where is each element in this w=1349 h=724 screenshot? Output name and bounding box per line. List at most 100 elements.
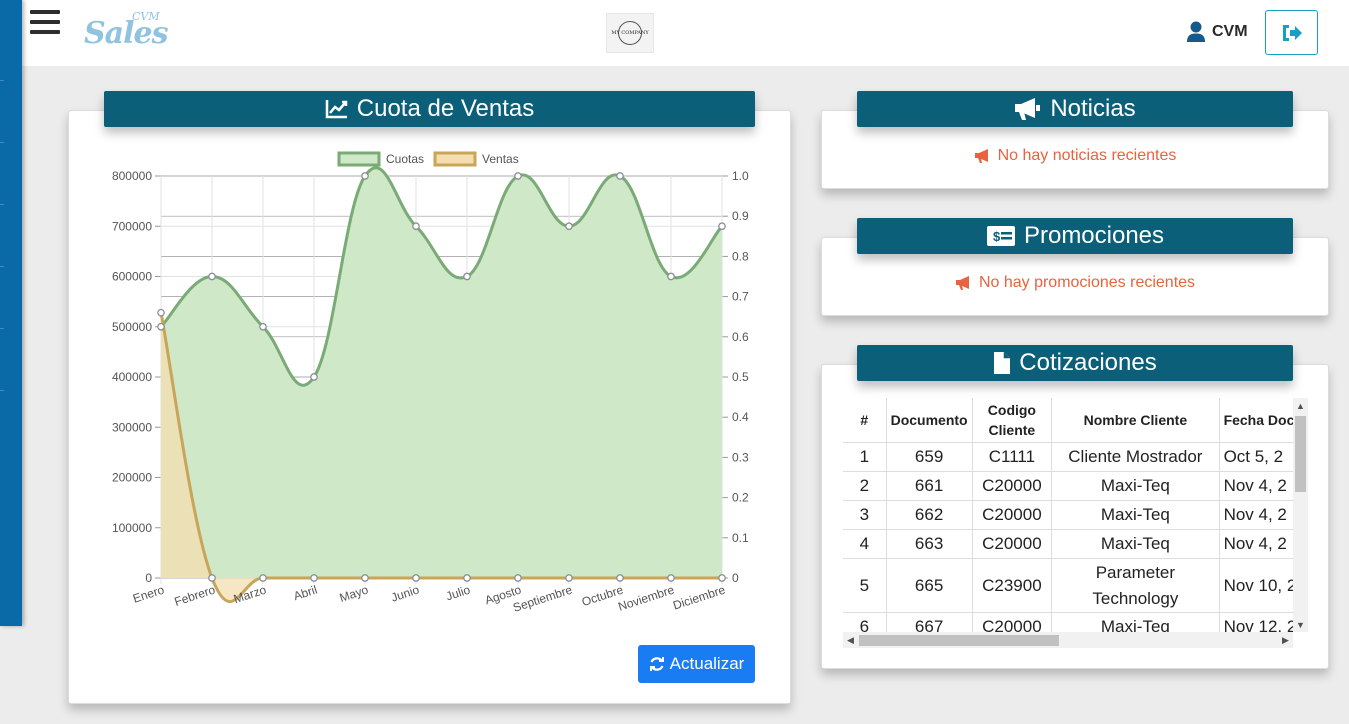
table-cell: 3 (843, 500, 887, 530)
table-row[interactable]: 2 661 C20000 Maxi-Teq Nov 4, 2 (843, 471, 1293, 501)
sidebar-tick (0, 142, 4, 143)
refresh-icon (649, 657, 664, 671)
table-cell: Nov 4, 2 (1219, 529, 1293, 559)
table-cell: 5 (843, 558, 887, 613)
table-row[interactable]: 1 659 C1111 Cliente Mostrador Oct 5, 2 (843, 442, 1293, 472)
scroll-right-icon[interactable]: ▶ (1278, 632, 1293, 648)
table-cell: 661 (886, 471, 973, 501)
table-cell: Maxi-Teq (1051, 612, 1220, 632)
promos-header: $ Promociones (857, 218, 1293, 254)
y-tick-label: 600000 (112, 270, 152, 284)
data-point (463, 574, 471, 582)
quotes-header: Cotizaciones (857, 345, 1293, 381)
data-point (259, 574, 267, 582)
hamburger-icon[interactable] (30, 10, 60, 40)
vertical-scrollbar[interactable]: ▲ ▼ (1293, 398, 1308, 632)
table-cell: 667 (886, 612, 973, 632)
promos-empty-message: No hay promociones recientes (822, 274, 1328, 292)
refresh-button[interactable]: Actualizar (638, 645, 755, 683)
data-point (718, 222, 726, 231)
scroll-up-icon[interactable]: ▲ (1293, 398, 1308, 413)
scroll-thumb[interactable] (859, 635, 1059, 646)
data-point (157, 322, 165, 331)
news-empty-message: No hay noticias recientes (822, 147, 1328, 165)
sidebar-strip[interactable] (0, 0, 22, 626)
y2-tick-label: 1.0 (732, 169, 749, 183)
user-icon (1187, 21, 1205, 42)
x-tick-label: Septiembre (511, 582, 574, 614)
data-point (667, 574, 675, 582)
news-header: Noticias (857, 91, 1293, 127)
y-tick-label: 500000 (112, 320, 152, 334)
table-cell: Nov 4, 2 (1219, 500, 1293, 530)
quotes-table-container[interactable]: # Documento Codigo Cliente Nombre Client… (843, 398, 1308, 648)
sign-out-icon (1282, 24, 1302, 41)
data-point (565, 222, 573, 231)
y-tick-label: 800000 (112, 169, 152, 183)
user-menu[interactable]: CVM (1186, 21, 1248, 43)
y2-tick-label: 0.6 (732, 330, 749, 344)
table-row[interactable]: 5 665 C23900 Parameter Technology Nov 10, 2 (843, 558, 1293, 613)
x-tick-label: Febrero (173, 582, 218, 608)
x-tick-label: Julio (444, 582, 472, 603)
bullhorn-icon (955, 276, 969, 290)
table-cell: Nov 12, 2 (1219, 612, 1293, 632)
data-point (463, 272, 471, 281)
scroll-thumb[interactable] (1295, 416, 1306, 492)
table-cell: 4 (843, 529, 887, 559)
scroll-down-icon[interactable]: ▼ (1293, 617, 1308, 632)
data-point (412, 222, 420, 231)
promos-empty-text: No hay promociones recientes (978, 274, 1196, 291)
news-empty-text: No hay noticias recientes (997, 147, 1177, 164)
table-row[interactable]: 3 662 C20000 Maxi-Teq Nov 4, 2 (843, 500, 1293, 530)
sidebar-tick (0, 204, 4, 205)
table-cell: 665 (886, 558, 973, 613)
file-icon (994, 352, 1011, 374)
scroll-left-icon[interactable]: ◀ (843, 632, 858, 648)
table-row[interactable]: 4 663 C20000 Maxi-Teq Nov 4, 2 (843, 529, 1293, 559)
data-point (361, 172, 369, 180)
data-point (718, 574, 726, 582)
data-point (667, 272, 675, 281)
table-cell: C20000 (972, 500, 1053, 530)
table-row[interactable]: 6 667 C20000 Maxi-Teq Nov 12, 2 (843, 612, 1293, 632)
y2-tick-label: 0 (732, 571, 739, 585)
table-cell: C20000 (972, 471, 1053, 501)
bullhorn-icon (974, 149, 988, 163)
app-logo-badge: CVM (132, 10, 160, 23)
x-tick-label: Abril (292, 583, 319, 604)
y-tick-label: 200000 (112, 471, 152, 485)
table-cell: Oct 5, 2 (1219, 442, 1293, 472)
data-point (208, 574, 216, 582)
column-header[interactable]: Nombre Cliente (1051, 398, 1220, 443)
y2-tick-label: 0.2 (732, 491, 749, 505)
data-point (514, 574, 522, 582)
legend-label: Ventas (482, 152, 519, 166)
column-header[interactable]: Fecha Docu (1219, 398, 1293, 443)
data-point (361, 574, 369, 582)
data-point (412, 574, 420, 582)
table-cell: Nov 10, 2 (1219, 558, 1293, 613)
horizontal-scrollbar[interactable]: ◀ ▶ (843, 632, 1293, 648)
table-cell: Maxi-Teq (1051, 500, 1220, 530)
bullhorn-icon (1015, 98, 1041, 120)
news-title: Noticias (1050, 95, 1136, 122)
data-point (310, 574, 318, 582)
sidebar-tick (0, 328, 4, 329)
company-logo: MY COMPANY (606, 13, 654, 53)
series-area-cuotas (161, 167, 722, 578)
table-cell: C1111 (972, 442, 1053, 472)
y2-tick-label: 0.5 (732, 370, 749, 384)
logout-button[interactable] (1265, 10, 1318, 55)
table-cell: 2 (843, 471, 887, 501)
y2-tick-label: 0.7 (732, 290, 749, 304)
column-header[interactable]: Documento (886, 398, 973, 443)
x-tick-label: Diciembre (671, 582, 727, 612)
table-cell: C20000 (972, 529, 1053, 559)
y2-tick-label: 0.4 (732, 410, 749, 424)
table-cell: Nov 4, 2 (1219, 471, 1293, 501)
table-cell: 663 (886, 529, 973, 559)
column-header[interactable]: # (843, 398, 887, 443)
column-header[interactable]: Codigo Cliente (972, 398, 1053, 443)
data-point (310, 373, 318, 381)
